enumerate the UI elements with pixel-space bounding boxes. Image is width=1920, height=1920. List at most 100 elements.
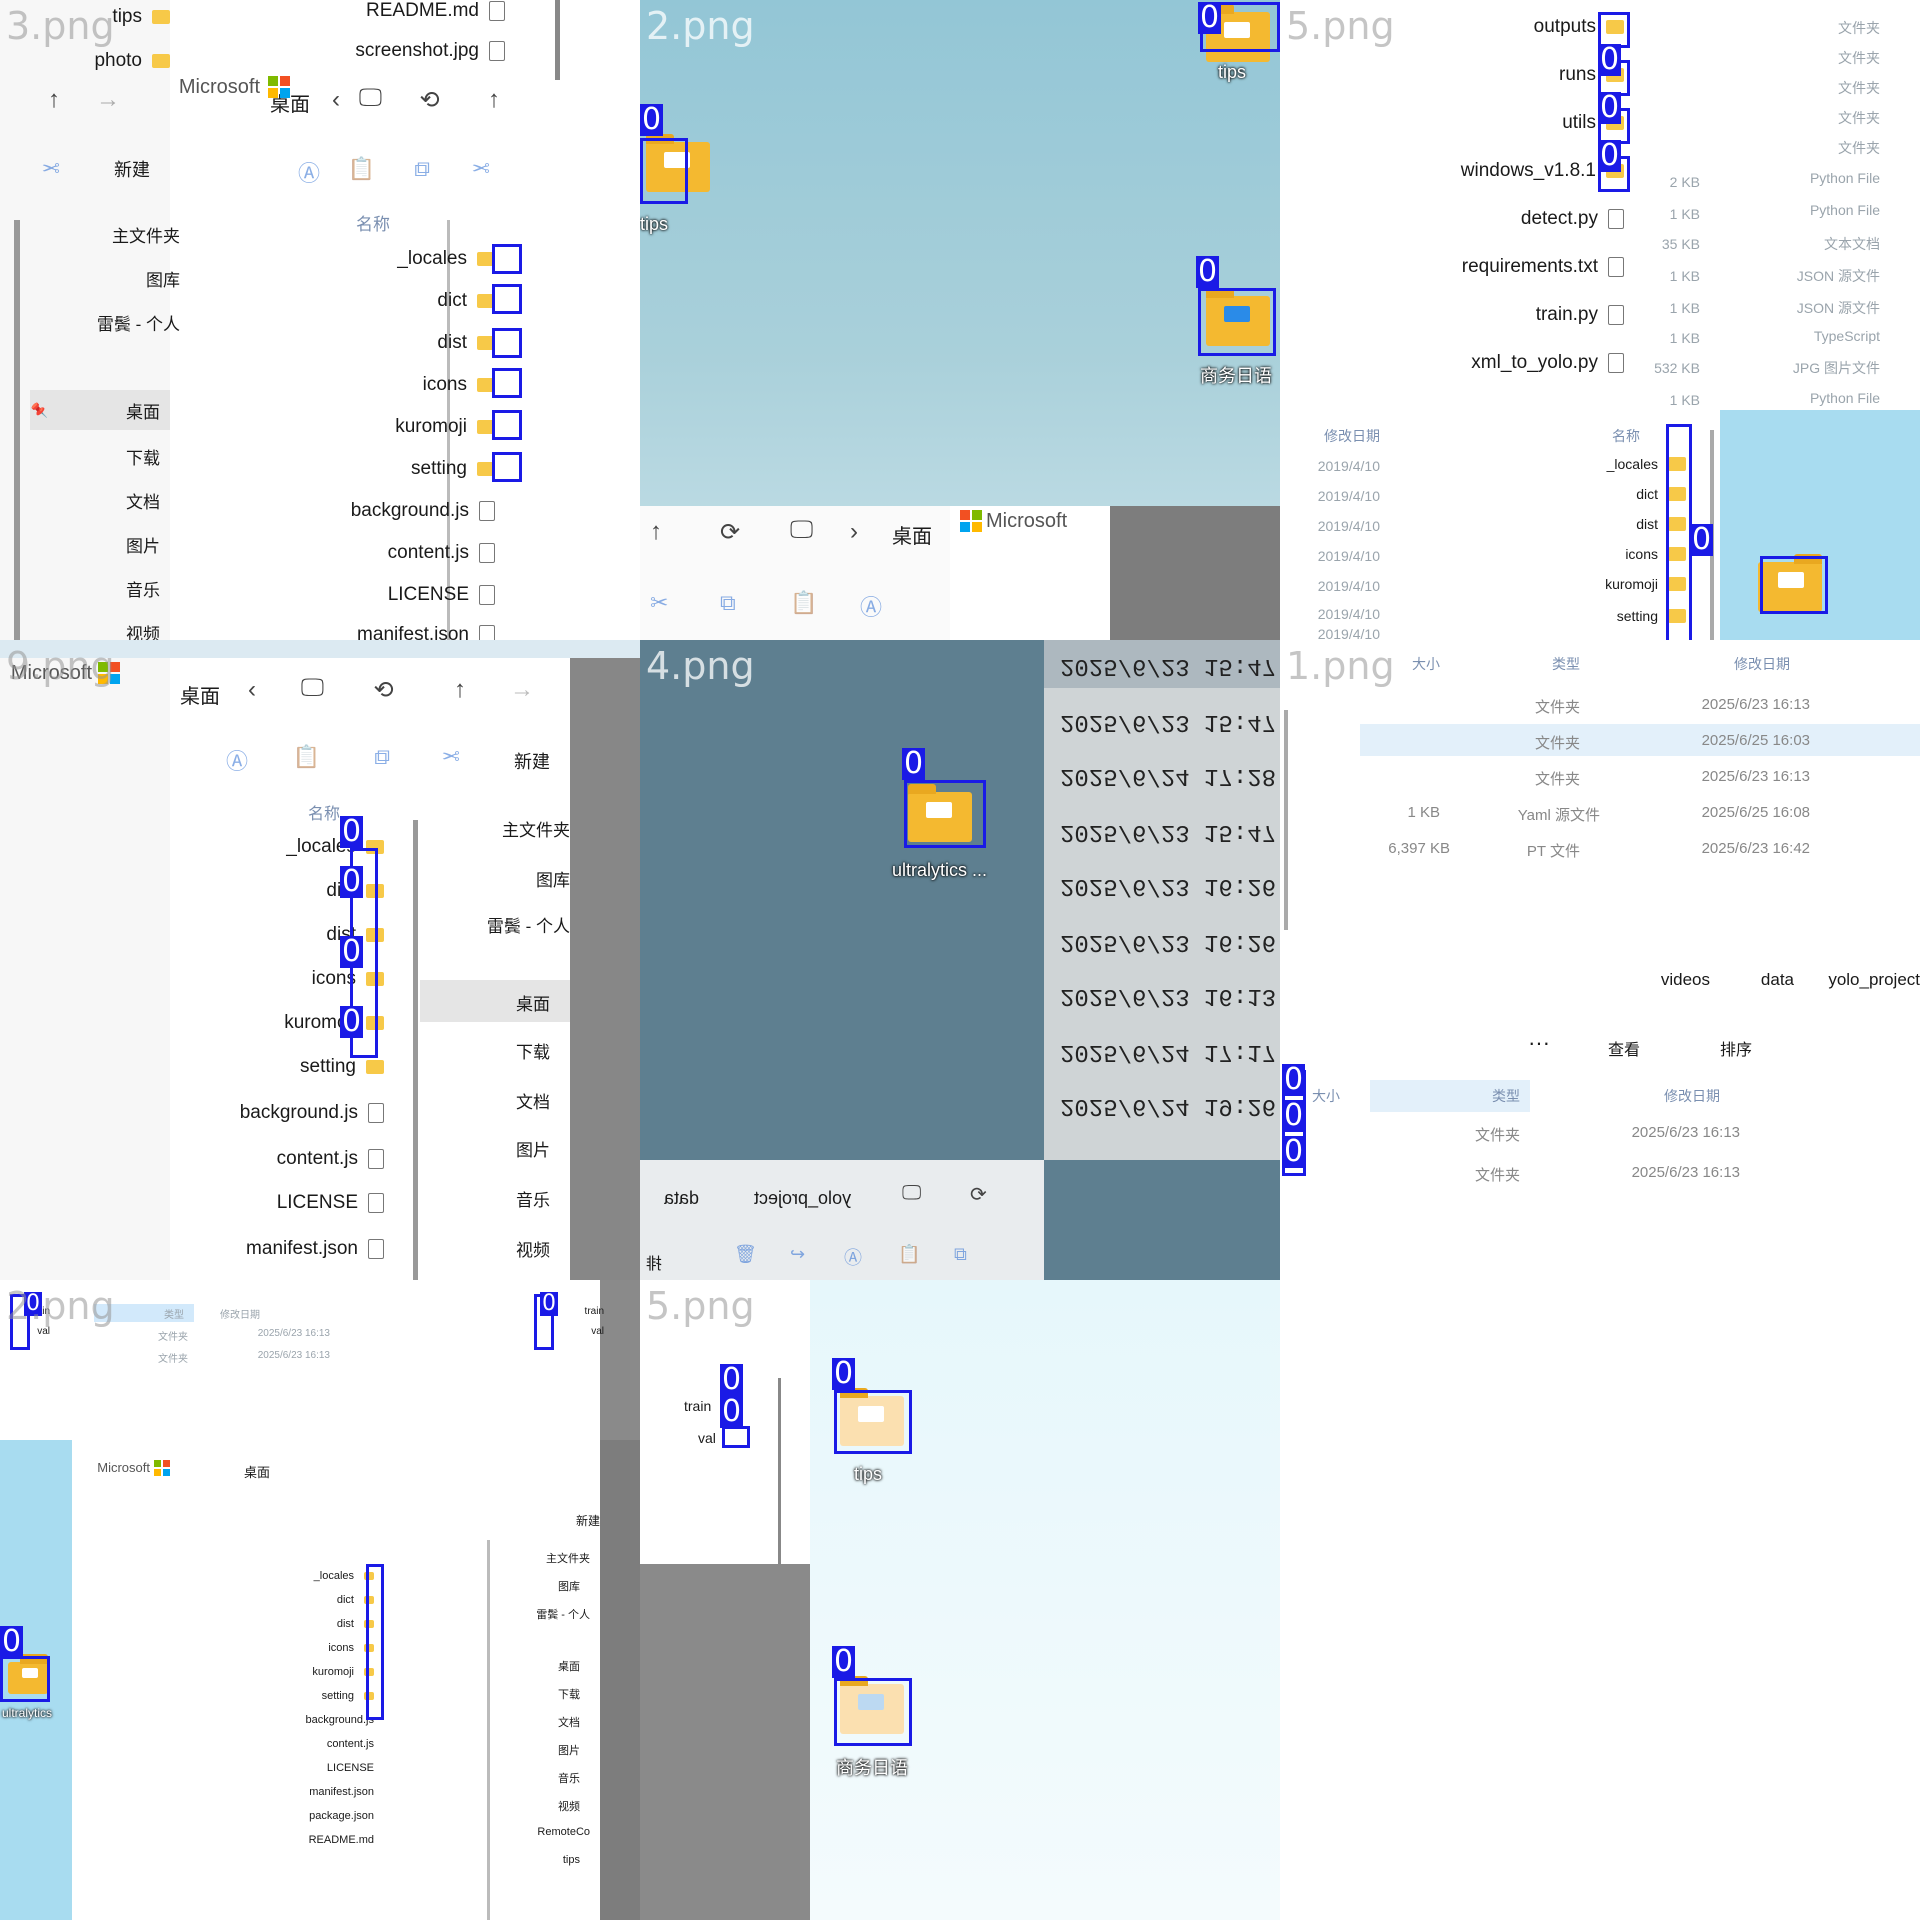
more-button[interactable]: ··· xyxy=(1528,1030,1550,1056)
sidebar-item-home[interactable]: 主文件夹 xyxy=(112,222,180,247)
sidebar-item-home[interactable]: 主文件夹 xyxy=(546,1550,590,1566)
folder-row[interactable]: dict xyxy=(437,290,495,312)
refresh-icon[interactable]: ⟳ xyxy=(374,676,394,705)
sidebar-item-pictures[interactable]: 图片 xyxy=(126,532,160,557)
file-row[interactable]: package.json xyxy=(309,1810,374,1822)
file-row[interactable]: manifest.json xyxy=(309,1786,374,1798)
sidebar-item-gallery[interactable]: 图库 xyxy=(558,1578,580,1594)
sidebar-item-documents[interactable]: 文档 xyxy=(558,1714,580,1730)
sidebar-item-desktop[interactable]: 桌面 xyxy=(126,398,160,423)
breadcrumb-yolo-project[interactable]: yolo_project xyxy=(1828,970,1920,990)
file-row[interactable]: README.md xyxy=(366,0,505,22)
paste-icon[interactable]: 📋 xyxy=(293,744,320,770)
sidebar-item-downloads[interactable]: 下载 xyxy=(126,444,160,469)
sidebar-item-tips[interactable]: tips xyxy=(563,1854,580,1866)
share-icon[interactable]: ↪ xyxy=(790,1244,805,1265)
breadcrumb-data[interactable]: data xyxy=(1761,970,1794,990)
copy-icon[interactable]: ⧉ xyxy=(374,744,390,770)
folder-row[interactable]: dist xyxy=(437,332,495,354)
file-row[interactable]: LICENSE xyxy=(277,1192,384,1214)
folder-row[interactable]: _locales xyxy=(397,248,495,270)
view-button[interactable]: 查看 xyxy=(1608,1036,1640,1060)
new-button[interactable]: 新建 xyxy=(114,156,150,182)
rename-icon[interactable]: Ⓐ xyxy=(860,590,882,622)
paste-icon[interactable]: 📋 xyxy=(898,1244,920,1265)
folder-row[interactable]: setting xyxy=(411,458,495,480)
file-row[interactable]: background.js xyxy=(240,1102,384,1124)
file-row[interactable]: README.md xyxy=(309,1834,374,1846)
folder-row[interactable]: icons xyxy=(423,374,495,396)
sidebar-item-home[interactable]: 主文件夹 xyxy=(502,816,570,841)
name-header[interactable]: 名称 xyxy=(356,210,390,235)
back-arrow-icon[interactable]: ← xyxy=(96,86,120,114)
file-row[interactable]: xml_to_yolo.py xyxy=(1471,352,1624,374)
file-row[interactable]: background.js xyxy=(306,1714,375,1726)
delete-icon[interactable]: 🗑 xyxy=(734,1244,757,1265)
refresh-icon[interactable]: ⟳ xyxy=(420,86,440,115)
rename-icon[interactable]: Ⓐ xyxy=(226,744,248,776)
sidebar-item-gallery[interactable]: 图库 xyxy=(536,866,570,891)
paste-icon[interactable]: 📋 xyxy=(790,590,817,616)
file-row[interactable]: content.js xyxy=(388,542,495,564)
cut-icon[interactable]: ✂ xyxy=(472,156,490,182)
file-row[interactable]: detect.py xyxy=(1521,208,1624,230)
breadcrumb-desktop[interactable]: 桌面 xyxy=(892,520,932,549)
cut-icon[interactable]: ✂ xyxy=(442,744,460,770)
list-item[interactable]: val xyxy=(591,1326,604,1337)
breadcrumb-desktop[interactable]: 桌面 xyxy=(244,1462,270,1481)
sidebar-item-desktop[interactable]: 桌面 xyxy=(516,990,550,1015)
sidebar-item-remote[interactable]: RemoteCo xyxy=(537,1826,590,1838)
folder-row[interactable]: kuromoji xyxy=(395,416,495,438)
folder-row[interactable]: kuromoji xyxy=(312,1666,374,1678)
file-row[interactable]: LICENSE xyxy=(327,1762,374,1774)
file-row[interactable]: LICENSE xyxy=(388,584,495,606)
sidebar-item-desktop[interactable]: 桌面 xyxy=(558,1658,580,1674)
file-row[interactable]: train.py xyxy=(1536,304,1624,326)
paste-icon[interactable]: 📋 xyxy=(348,156,375,182)
file-row[interactable]: manifest.json xyxy=(357,624,495,640)
rename-icon[interactable]: Ⓐ xyxy=(298,156,320,188)
list-item[interactable]: train xyxy=(684,1398,711,1414)
new-button[interactable]: 新建 xyxy=(514,748,550,774)
new-button[interactable]: 新建 xyxy=(576,1512,600,1529)
breadcrumb-videos[interactable]: videos xyxy=(1661,970,1710,990)
folder-row[interactable]: _locales xyxy=(314,1570,374,1582)
sidebar-item-videos[interactable]: 视频 xyxy=(516,1236,550,1261)
sidebar-item-pictures[interactable]: 图片 xyxy=(516,1136,550,1161)
sort-button[interactable]: 排序 xyxy=(1720,1036,1752,1060)
copy-icon[interactable]: ⧉ xyxy=(720,590,736,616)
cut-icon[interactable]: ✂ xyxy=(42,156,60,182)
sidebar-item-documents[interactable]: 文档 xyxy=(126,488,160,513)
up-arrow-icon[interactable]: ↑ xyxy=(650,518,662,546)
file-row[interactable]: requirements.txt xyxy=(1462,256,1624,278)
sidebar-item-music[interactable]: 音乐 xyxy=(558,1770,580,1786)
copy-icon[interactable]: ⧉ xyxy=(414,156,430,182)
up-arrow-icon[interactable]: ↑ xyxy=(454,676,466,704)
list-item[interactable]: val xyxy=(698,1430,716,1446)
rename-icon[interactable]: Ⓐ xyxy=(844,1244,862,1270)
sidebar-item-videos[interactable]: 视频 xyxy=(558,1798,580,1814)
copy-icon[interactable]: ⧉ xyxy=(954,1244,967,1265)
file-row[interactable]: background.js xyxy=(351,500,495,522)
sidebar-item-gallery[interactable]: 图库 xyxy=(146,266,180,291)
back-arrow-icon[interactable]: ← xyxy=(510,676,534,704)
sort-button[interactable]: 排 xyxy=(646,1250,662,1274)
refresh-icon[interactable]: ⟳ xyxy=(970,1182,987,1207)
breadcrumb-desktop[interactable]: 桌面 xyxy=(180,680,220,709)
sidebar-item-personal[interactable]: 雷鬓 - 个人 xyxy=(487,912,570,937)
folder-row[interactable]: setting xyxy=(300,1056,384,1078)
sidebar-item-documents[interactable]: 文档 xyxy=(516,1088,550,1113)
sidebar-item-personal[interactable]: 雷鬓 - 个人 xyxy=(536,1606,590,1622)
file-row[interactable]: content.js xyxy=(327,1738,374,1750)
up-arrow-icon[interactable]: ↑ xyxy=(488,86,500,114)
list-item[interactable]: train xyxy=(585,1306,604,1317)
up-arrow-icon[interactable]: ↑ xyxy=(48,86,60,114)
sidebar-item-music[interactable]: 音乐 xyxy=(126,576,160,601)
sidebar-item-downloads[interactable]: 下载 xyxy=(516,1038,550,1063)
refresh-icon[interactable]: ⟳ xyxy=(720,518,740,547)
sidebar-item-downloads[interactable]: 下载 xyxy=(558,1686,580,1702)
file-row[interactable]: manifest.json xyxy=(246,1238,384,1260)
sidebar-item-pictures[interactable]: 图片 xyxy=(558,1742,580,1758)
sidebar-item-music[interactable]: 音乐 xyxy=(516,1186,550,1211)
top-item[interactable]: tips xyxy=(112,6,170,28)
